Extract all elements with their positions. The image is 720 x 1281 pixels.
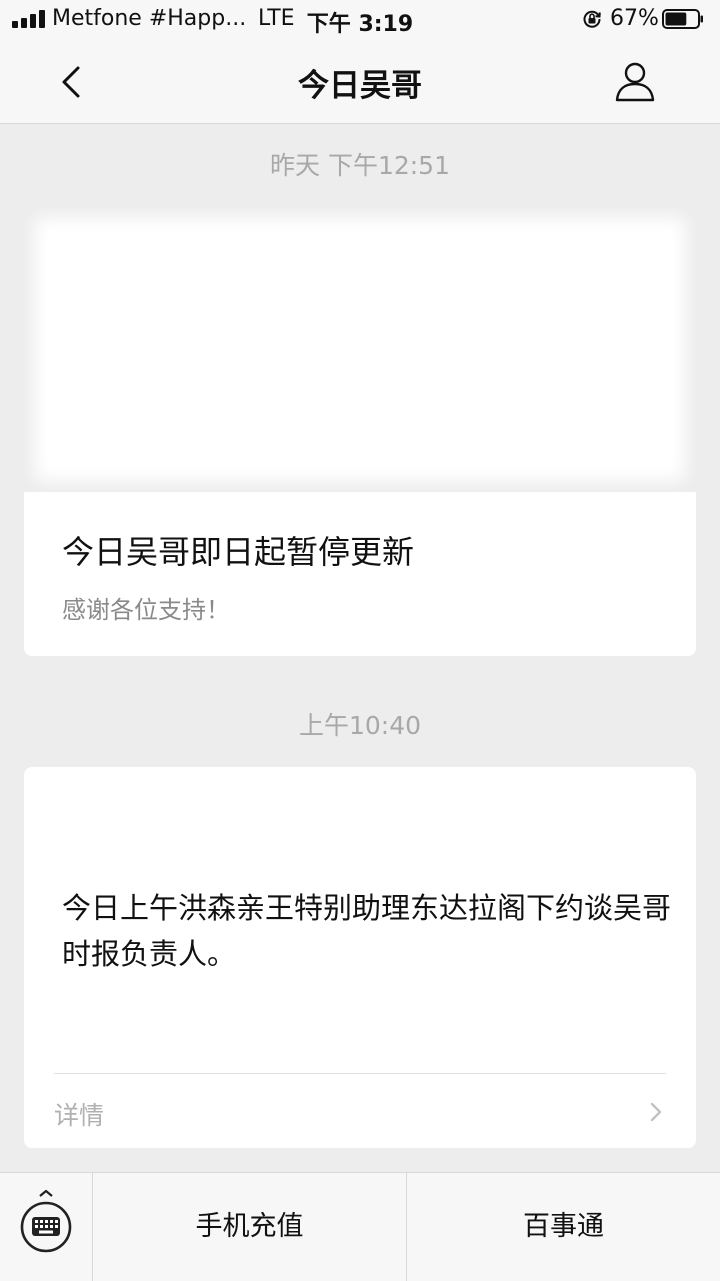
rotation-lock-icon bbox=[583, 10, 601, 28]
article-title: 今日吴哥即日起暂停更新 bbox=[62, 533, 415, 571]
keyboard-icon bbox=[20, 1189, 72, 1253]
battery-icon bbox=[662, 9, 703, 29]
keyboard-toggle-button[interactable] bbox=[0, 1173, 92, 1281]
battery-percentage: 67% bbox=[610, 6, 659, 31]
chevron-right-icon bbox=[650, 1102, 662, 1122]
message-timestamp: 上午10:40 bbox=[298, 711, 422, 740]
details-link[interactable]: 详情 bbox=[24, 1074, 696, 1148]
message-timestamp: 昨天 下午12:51 bbox=[270, 151, 450, 180]
navigation-bar: 今日吴哥 bbox=[0, 40, 720, 124]
status-bar: Metfone #Happ... LTE 下午 3:19 67% bbox=[0, 0, 720, 40]
menu-item-phone-recharge[interactable]: 手机充值 bbox=[93, 1173, 406, 1281]
menu-item-info-service[interactable]: 百事通 bbox=[407, 1173, 720, 1281]
article-cover-image bbox=[24, 207, 696, 492]
person-icon bbox=[615, 62, 655, 102]
bottom-menu-bar: 手机充值 百事通 bbox=[0, 1172, 720, 1281]
details-label: 详情 bbox=[54, 1101, 105, 1130]
text-message-card[interactable]: 今日上午洪森亲王特别助理东达拉阁下约谈吴哥时报负责人。 详情 bbox=[24, 767, 696, 1148]
article-description: 感谢各位支持！ bbox=[62, 596, 230, 624]
profile-button[interactable] bbox=[612, 58, 658, 104]
article-card[interactable]: 今日吴哥即日起暂停更新 感谢各位支持！ bbox=[24, 207, 696, 656]
message-text: 今日上午洪森亲王特别助理东达拉阁下约谈吴哥时报负责人。 bbox=[62, 891, 672, 971]
